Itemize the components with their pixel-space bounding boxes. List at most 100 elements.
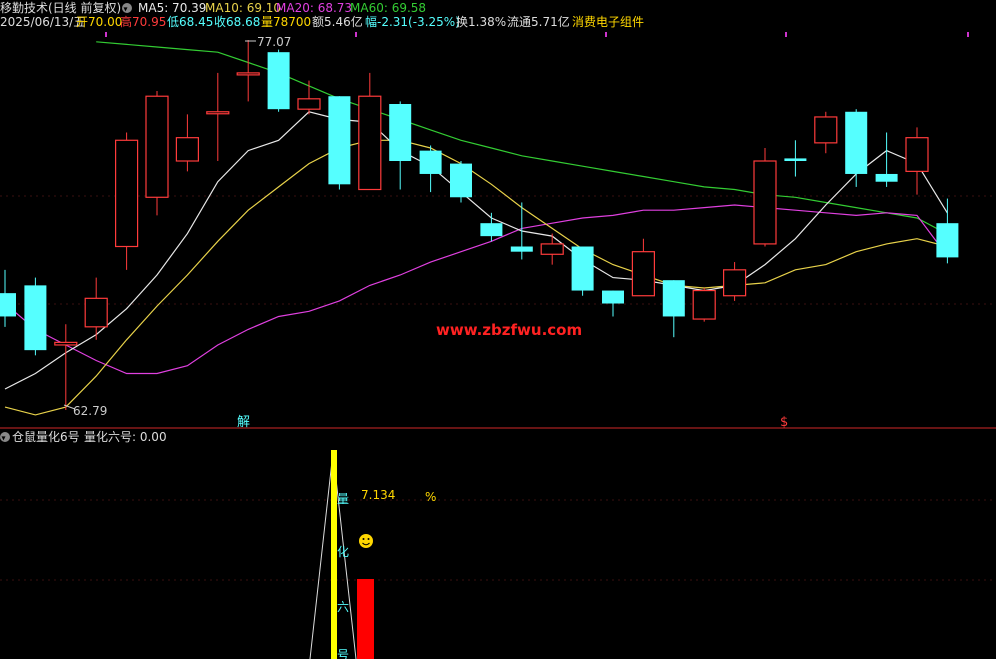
smiley-icon <box>359 534 373 548</box>
candle-body <box>540 243 564 255</box>
candle <box>24 277 47 356</box>
dollar-marker: $ <box>780 415 788 430</box>
candle-body <box>692 289 716 320</box>
candle-body <box>0 293 16 317</box>
candle-body <box>631 251 656 297</box>
candle <box>84 277 108 340</box>
candle <box>571 246 594 296</box>
indicator-value-label: 量化六号: 0.00 <box>84 430 167 444</box>
svg-text:▾: ▾ <box>2 434 6 443</box>
ma5-label: MA5: 70.39 <box>138 1 206 15</box>
candle <box>510 202 533 260</box>
vchar-1: 量 <box>337 492 349 506</box>
vchar-4: 号 <box>337 648 349 659</box>
candle <box>784 140 807 177</box>
candle <box>540 233 564 265</box>
candle <box>206 72 230 162</box>
high-mark: 77.07 <box>257 35 291 49</box>
candle <box>631 238 656 297</box>
candle-body <box>206 111 230 115</box>
candle <box>845 109 868 187</box>
turnover-label: 换1.38% <box>456 15 506 29</box>
svg-text:▾: ▾ <box>124 5 128 14</box>
candle-body <box>753 160 777 245</box>
candle-body <box>450 163 472 198</box>
candle <box>450 161 472 203</box>
indicator-pct-sign: % <box>425 490 436 504</box>
candle <box>814 111 838 154</box>
candles <box>0 40 959 410</box>
stock-chart[interactable]: 移勤技术(日线 前复权) ▾ MA5: 70.39 MA10: 69.10 MA… <box>0 0 996 659</box>
candle <box>145 91 169 216</box>
candle <box>692 287 716 322</box>
indicator-graphic: 量 化 六 号 7.134 % <box>309 450 436 659</box>
candle-body <box>480 223 503 237</box>
low-mark: 62.79 <box>73 404 107 418</box>
candle-body <box>236 72 260 76</box>
candle-body <box>267 52 290 110</box>
candle-body <box>845 111 868 174</box>
candle <box>54 324 78 410</box>
candle <box>175 114 199 172</box>
candle <box>328 96 351 190</box>
candle-body <box>784 158 807 162</box>
candle <box>0 269 16 327</box>
amount-label: 额5.46亿 <box>312 14 363 29</box>
vchar-2: 化 <box>337 545 349 559</box>
candle-body <box>814 116 838 144</box>
candle <box>114 132 139 270</box>
candle-body <box>875 173 898 182</box>
candle-body <box>54 341 78 346</box>
candle-body <box>602 290 624 304</box>
open-label: 开70.00 <box>76 15 122 29</box>
candle-body <box>510 246 533 252</box>
candle-body <box>328 96 351 185</box>
top-ticks <box>105 32 969 37</box>
candle <box>236 40 260 102</box>
grid <box>0 195 996 581</box>
candle <box>358 72 382 191</box>
indicator-red-bar <box>357 579 374 659</box>
header-row-2: 2025/06/13/五 开70.00 高70.95 低68.45 收68.68… <box>0 14 644 29</box>
candle-body <box>389 103 412 162</box>
candle-body <box>175 137 199 162</box>
close-label: 收68.68 <box>214 15 260 29</box>
stock-title: 移勤技术(日线 前复权) <box>0 0 121 15</box>
high-label: 高70.95 <box>120 14 166 29</box>
candle-body <box>24 285 47 351</box>
low-label: 低68.45 <box>167 15 213 29</box>
candle <box>753 148 777 247</box>
ma60-label: MA60: 69.58 <box>350 1 426 15</box>
candle <box>905 127 929 195</box>
candle <box>722 262 747 301</box>
candle-body <box>662 280 685 317</box>
candle-body <box>419 150 442 174</box>
volume-label: 量78700 <box>261 15 311 29</box>
header-row-1: 移勤技术(日线 前复权) ▾ MA5: 70.39 MA10: 69.10 MA… <box>0 0 426 15</box>
candle-body <box>114 139 139 248</box>
candle <box>389 101 412 190</box>
candle <box>602 290 624 317</box>
candle <box>662 280 685 338</box>
watermark: www.zbzfwu.com <box>436 321 582 339</box>
indicator-pct-value: 7.134 <box>361 488 395 502</box>
indicator-title: 仓鼠量化6号 <box>12 430 80 444</box>
candle-body <box>571 246 594 291</box>
high-annotation: 77.07 <box>245 35 291 49</box>
candle-body <box>145 95 169 198</box>
indicator-header: ▾ 仓鼠量化6号 量化六号: 0.00 <box>0 430 167 444</box>
ma10-label: MA10: 69.10 <box>205 1 281 15</box>
candle-body <box>358 95 382 191</box>
candle <box>297 80 321 115</box>
jie-marker: 解 <box>237 415 250 430</box>
candle-body <box>936 223 959 258</box>
candle <box>875 132 898 187</box>
date-label: 2025/06/13/五 <box>0 15 85 29</box>
vchar-3: 六 <box>337 600 349 614</box>
candle-body <box>905 137 929 172</box>
low-annotation: 62.79 <box>63 404 107 418</box>
sector-label: 消费电子组件 <box>572 15 644 29</box>
ma20-label: MA20: 68.73 <box>276 1 352 15</box>
change-label: 幅-2.31(-3.25%) <box>365 14 460 29</box>
candle-body <box>84 297 108 328</box>
